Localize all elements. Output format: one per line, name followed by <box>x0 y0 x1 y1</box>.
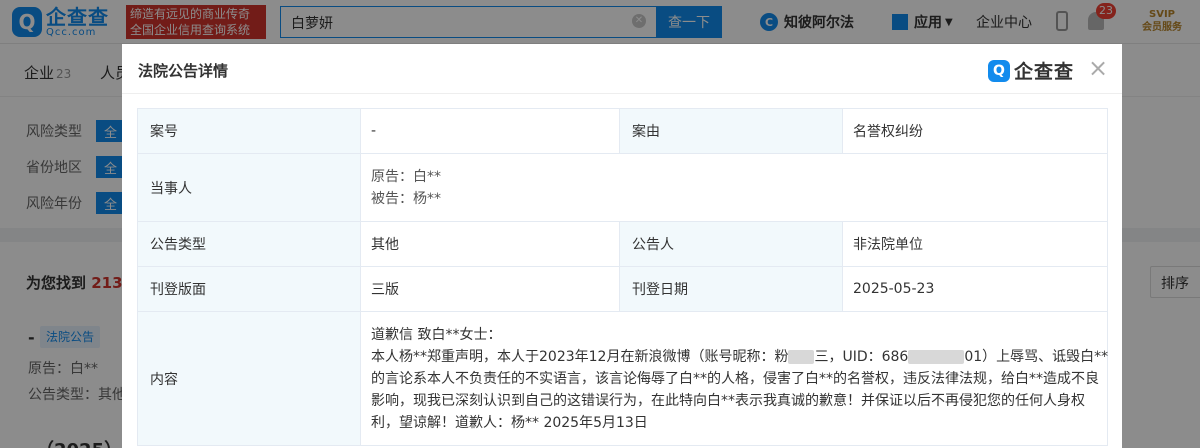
table-row: 案号 - 案由 名誉权纠纷 <box>137 108 1108 154</box>
table-row: 公告类型 其他 公告人 非法院单位 <box>137 221 1108 267</box>
notice-type-label: 公告类型 <box>137 221 361 267</box>
case-number-value: - <box>360 108 620 154</box>
content-line-5: 利，望谅解！道歉人：杨** 2025年5月13日 <box>371 414 648 431</box>
party-value: 原告：白** 被告：杨** <box>360 153 1108 222</box>
defendant-text: 被告：杨** <box>371 190 441 207</box>
plaintiff-text: 原告：白** <box>371 168 441 185</box>
content-value: 道歉信 致白**女士： 本人杨**郑重声明，本人于2023年12月在新浪微博（账… <box>360 311 1109 446</box>
announcer-label: 公告人 <box>619 221 843 267</box>
detail-table: 案号 - 案由 名誉权纠纷 当事人 原告：白** 被告：杨** 公告类型 其他 … <box>137 108 1108 446</box>
content-line-4: 影响，现我已深刻认识到自己的这错误行为，在此特向白**表示我真诚的歉意！并保证以… <box>371 392 1085 409</box>
party-label: 当事人 <box>137 153 361 222</box>
court-notice-detail-modal: 法院公告详情 Q 企查查 × 案号 - 案由 名誉权纠纷 当事人 原告：白** … <box>122 44 1122 448</box>
logo-q-icon: Q <box>988 59 1010 82</box>
content-line-3: 的言论系本人不负责任的不实语言，该言论侮辱了白**的人格，侵害了白**的名誉权，… <box>371 370 1099 387</box>
table-row: 当事人 原告：白** 被告：杨** <box>137 153 1108 222</box>
case-number-label: 案号 <box>137 108 361 154</box>
modal-header: 法院公告详情 Q 企查查 × <box>122 44 1122 94</box>
case-cause-value: 名誉权纠纷 <box>842 108 1108 154</box>
content-line-1: 道歉信 致白**女士： <box>371 326 502 343</box>
publish-page-label: 刊登版面 <box>137 266 361 312</box>
masked-text <box>788 349 815 364</box>
masked-text <box>908 349 965 364</box>
content-line-2: 本人杨**郑重声明，本人于2023年12月在新浪微博（账号昵称：粉 三，UID：6… <box>371 348 1109 365</box>
table-row: 刊登版面 三版 刊登日期 2025-05-23 <box>137 266 1108 312</box>
table-row: 内容 道歉信 致白**女士： 本人杨**郑重声明，本人于2023年12月在新浪微… <box>137 311 1109 446</box>
publish-page-value: 三版 <box>360 266 620 312</box>
modal-logo: Q 企查查 <box>988 57 1074 84</box>
publish-date-label: 刊登日期 <box>619 266 843 312</box>
content-label: 内容 <box>137 311 361 446</box>
close-icon[interactable]: × <box>1088 56 1108 80</box>
modal-title: 法院公告详情 <box>138 62 229 80</box>
announcer-value: 非法院单位 <box>842 221 1108 267</box>
modal-logo-text: 企查查 <box>1014 61 1075 83</box>
publish-date-value: 2025-05-23 <box>842 266 1108 312</box>
notice-type-value: 其他 <box>360 221 620 267</box>
case-cause-label: 案由 <box>619 108 843 154</box>
